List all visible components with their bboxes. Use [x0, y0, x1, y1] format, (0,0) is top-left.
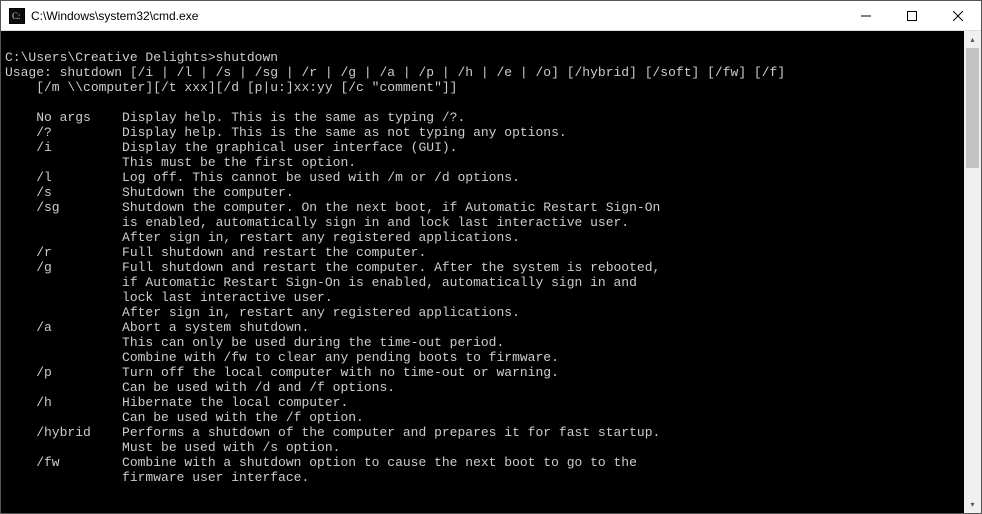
terminal-line: This must be the first option. [5, 155, 964, 170]
terminal-line: Can be used with the /f option. [5, 410, 964, 425]
scroll-down-button[interactable]: ▾ [964, 496, 981, 513]
terminal-line: C:\Users\Creative Delights>shutdown [5, 50, 964, 65]
terminal-line: if Automatic Restart Sign-On is enabled,… [5, 275, 964, 290]
svg-text:C:: C: [12, 11, 21, 21]
scroll-thumb[interactable] [966, 48, 979, 168]
terminal-line: /s Shutdown the computer. [5, 185, 964, 200]
scroll-up-button[interactable]: ▴ [964, 31, 981, 48]
terminal-line: This can only be used during the time-ou… [5, 335, 964, 350]
client-area: C:\Users\Creative Delights>shutdownUsage… [1, 31, 981, 513]
terminal-line: /sg Shutdown the computer. On the next b… [5, 200, 964, 215]
terminal-line: [/m \\computer][/t xxx][/d [p|u:]xx:yy [… [5, 80, 964, 95]
vertical-scrollbar[interactable]: ▴ ▾ [964, 31, 981, 513]
close-button[interactable] [935, 1, 981, 30]
terminal-line: is enabled, automatically sign in and lo… [5, 215, 964, 230]
terminal-line: /hybrid Performs a shutdown of the compu… [5, 425, 964, 440]
terminal-line: Combine with /fw to clear any pending bo… [5, 350, 964, 365]
window-title: C:\Windows\system32\cmd.exe [31, 9, 843, 23]
cmd-icon: C: [9, 8, 25, 24]
window-controls [843, 1, 981, 30]
terminal-line: Usage: shutdown [/i | /l | /s | /sg | /r… [5, 65, 964, 80]
terminal-line: /g Full shutdown and restart the compute… [5, 260, 964, 275]
titlebar[interactable]: C: C:\Windows\system32\cmd.exe [1, 1, 981, 31]
maximize-button[interactable] [889, 1, 935, 30]
terminal-line: After sign in, restart any registered ap… [5, 305, 964, 320]
terminal-line: After sign in, restart any registered ap… [5, 230, 964, 245]
terminal-output[interactable]: C:\Users\Creative Delights>shutdownUsage… [1, 31, 964, 513]
terminal-line: Must be used with /s option. [5, 440, 964, 455]
terminal-line: /a Abort a system shutdown. [5, 320, 964, 335]
cmd-window: C: C:\Windows\system32\cmd.exe C:\Users\… [0, 0, 982, 514]
terminal-line: /? Display help. This is the same as not… [5, 125, 964, 140]
minimize-button[interactable] [843, 1, 889, 30]
terminal-line: /fw Combine with a shutdown option to ca… [5, 455, 964, 470]
terminal-line: /i Display the graphical user interface … [5, 140, 964, 155]
terminal-line: firmware user interface. [5, 470, 964, 485]
terminal-line: lock last interactive user. [5, 290, 964, 305]
terminal-line [5, 35, 964, 50]
terminal-line: /h Hibernate the local computer. [5, 395, 964, 410]
terminal-line: Can be used with /d and /f options. [5, 380, 964, 395]
terminal-line: /l Log off. This cannot be used with /m … [5, 170, 964, 185]
terminal-line: /p Turn off the local computer with no t… [5, 365, 964, 380]
terminal-line: /r Full shutdown and restart the compute… [5, 245, 964, 260]
scroll-track[interactable] [964, 48, 981, 496]
terminal-line: No args Display help. This is the same a… [5, 110, 964, 125]
terminal-line [5, 95, 964, 110]
